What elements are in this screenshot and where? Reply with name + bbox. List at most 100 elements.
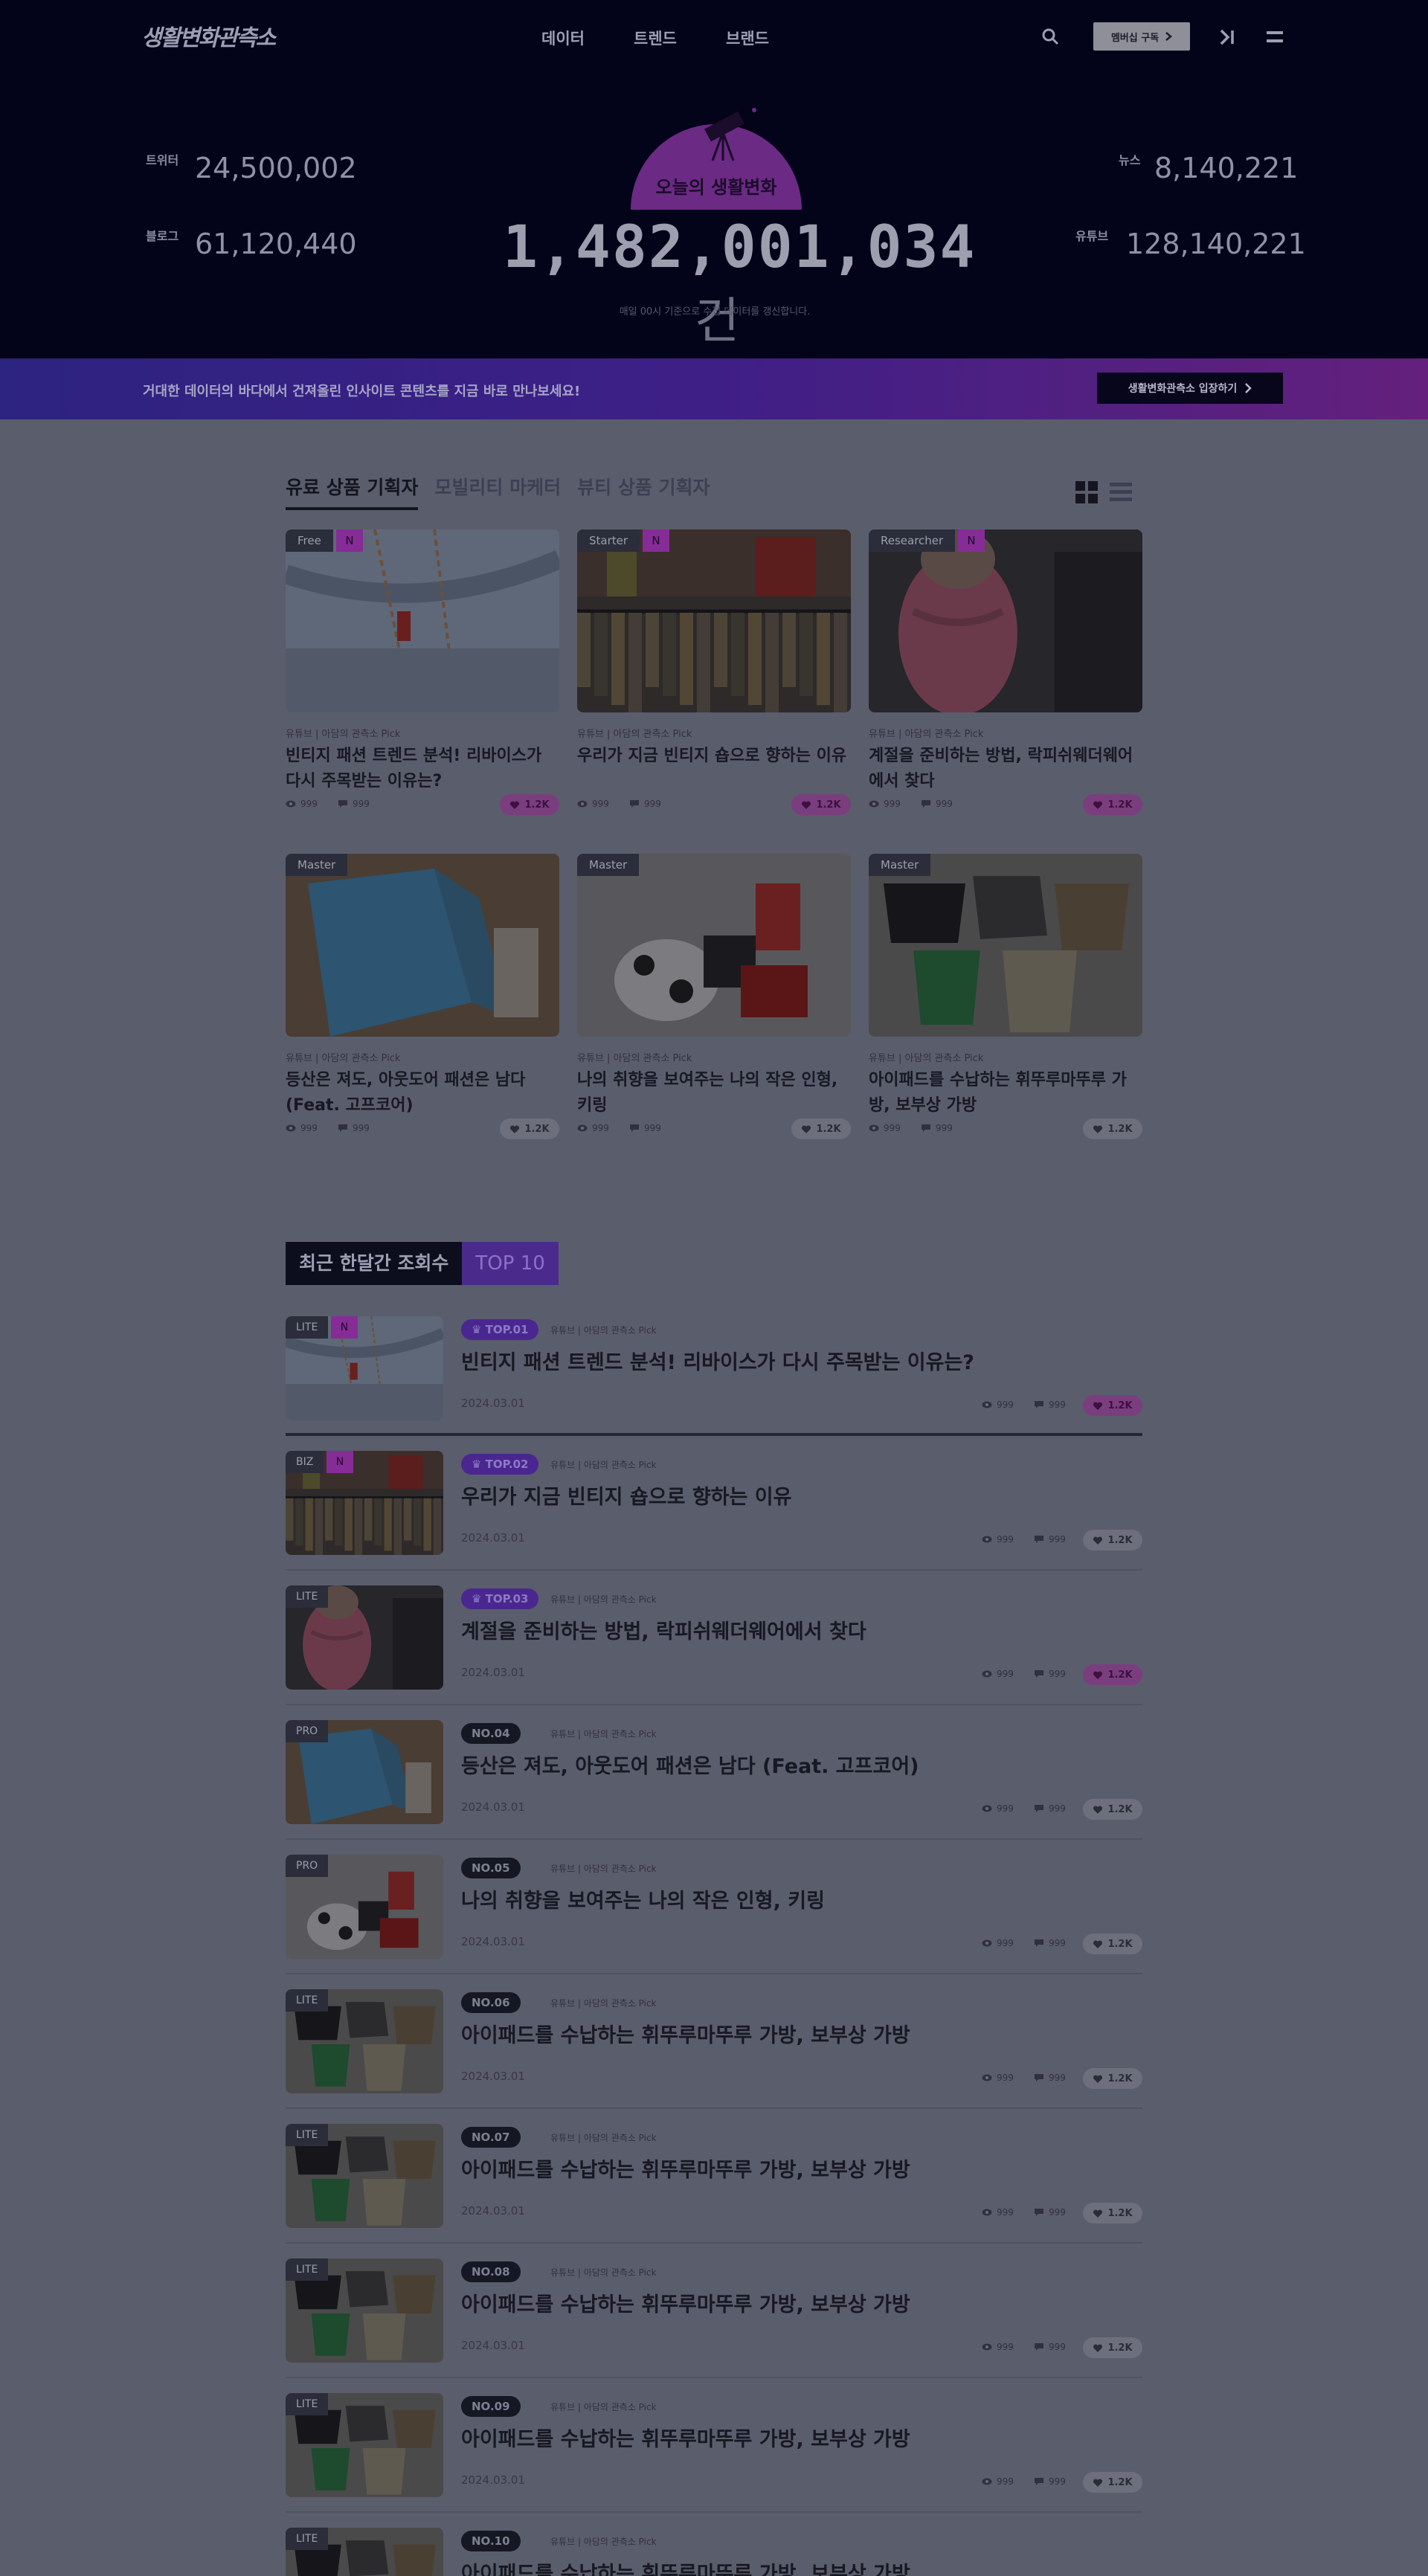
- row-title[interactable]: 빈티지 패션 트렌드 분석! 리바이스가 다시 주목받는 이유는?: [461, 1346, 974, 1375]
- row-thumbnail[interactable]: PRO: [286, 1855, 443, 1959]
- ranking-row[interactable]: LITE ♛ TOP.03 유튜브 | 아담의 관측소 Pick 계절을 준비하…: [286, 1571, 1142, 1705]
- comment-count-value: 999: [936, 1123, 953, 1133]
- nav-item-data[interactable]: 데이터: [541, 27, 634, 49]
- rank-label: NO.09: [472, 2400, 510, 2413]
- comment-icon: [630, 800, 639, 808]
- like-button[interactable]: 1.2K: [1083, 1530, 1142, 1551]
- view-count-value: 999: [997, 1400, 1014, 1410]
- ranking-row[interactable]: LITE N ♛ TOP.01 유튜브 | 아담의 관측소 Pick 빈티지 패…: [286, 1301, 1142, 1436]
- card-thumbnail[interactable]: Master: [577, 854, 851, 1037]
- row-thumbnail[interactable]: LITE N: [286, 1316, 443, 1420]
- tab-beauty-planner[interactable]: 뷰티 상품 기획자: [577, 473, 710, 510]
- content-card[interactable]: Master 유튜브 | 아담의 관측소 Pick 나의 취향을 보여주는 나의…: [577, 854, 851, 1139]
- like-count: 1.2K: [816, 1123, 841, 1135]
- like-button[interactable]: 1.2K: [1083, 1799, 1142, 1820]
- like-button[interactable]: 1.2K: [1083, 2472, 1142, 2493]
- like-button[interactable]: 1.2K: [1083, 1933, 1142, 1954]
- ranking-row[interactable]: LITE NO.10 유튜브 | 아담의 관측소 Pick 아이패드를 수납하는…: [286, 2513, 1142, 2576]
- ranking-row[interactable]: LITE NO.07 유튜브 | 아담의 관측소 Pick 아이패드를 수납하는…: [286, 2109, 1142, 2244]
- content-card[interactable]: Master 유튜브 | 아담의 관측소 Pick 등산은 져도, 아웃도어 패…: [286, 854, 559, 1139]
- row-title[interactable]: 아이패드를 수납하는 휘뚜루마뚜루 가방, 보부상 가방: [461, 2423, 910, 2452]
- site-logo[interactable]: 생활변화관측소: [141, 19, 276, 52]
- ranking-row[interactable]: LITE NO.09 유튜브 | 아담의 관측소 Pick 아이패드를 수납하는…: [286, 2378, 1142, 2513]
- row-thumbnail[interactable]: LITE: [286, 2258, 443, 2363]
- update-note: 매일 00시 기준으로 수집 데이터를 갱신합니다.: [619, 306, 811, 318]
- comment-icon: [1035, 1805, 1043, 1812]
- view-count: 999: [869, 1123, 901, 1133]
- row-title[interactable]: 등산은 져도, 아웃도어 패션은 남다 (Feat. 고프코어): [461, 1750, 919, 1779]
- tier-badge: LITE: [286, 2124, 329, 2146]
- like-button[interactable]: 1.2K: [1083, 2337, 1142, 2358]
- card-thumbnail[interactable]: Researcher N: [869, 529, 1142, 712]
- content-card[interactable]: Master 유튜브 | 아담의 관측소 Pick 아이패드를 수납하는 휘뚜루…: [869, 854, 1142, 1139]
- rank-label: NO.10: [472, 2534, 510, 2548]
- search-icon[interactable]: [1041, 28, 1059, 45]
- row-title[interactable]: 우리가 지금 빈티지 숍으로 향하는 이유: [461, 1481, 791, 1510]
- like-button[interactable]: 1.2K: [500, 794, 559, 815]
- comment-icon: [922, 800, 930, 808]
- card-stats: 999 999 1.2K: [577, 1117, 851, 1139]
- menu-icon[interactable]: [1264, 27, 1285, 48]
- row-thumbnail[interactable]: LITE: [286, 2528, 443, 2576]
- comment-icon: [1035, 1670, 1043, 1678]
- card-title[interactable]: 나의 취향을 보여주는 나의 작은 인형, 키링: [577, 1068, 851, 1118]
- subscribe-button[interactable]: 멤버십 구독: [1093, 22, 1190, 51]
- card-title[interactable]: 계절을 준비하는 방법, 락피쉬웨더웨어에서 찾다: [869, 744, 1142, 794]
- card-thumbnail[interactable]: Free N: [286, 529, 559, 712]
- like-button[interactable]: 1.2K: [1083, 2068, 1142, 2089]
- top-navigation: 생활변화관측소 데이터 트렌드 브랜드 멤버십 구독: [0, 0, 1428, 74]
- row-title[interactable]: 나의 취향을 보여주는 나의 작은 인형, 키링: [461, 1884, 825, 1913]
- card-title[interactable]: 등산은 져도, 아웃도어 패션은 남다 (Feat. 고프코어): [286, 1068, 559, 1118]
- comment-count: 999: [921, 1123, 953, 1133]
- grid-view-icon[interactable]: [1075, 480, 1099, 504]
- row-title[interactable]: 계절을 준비하는 방법, 락피쉬웨더웨어에서 찾다: [461, 1615, 866, 1644]
- nav-item-trend[interactable]: 트렌드: [634, 27, 726, 49]
- row-thumbnail[interactable]: BIZ N: [286, 1451, 443, 1555]
- card-title[interactable]: 빈티지 패션 트렌드 분석! 리바이스가 다시 주목받는 이유는?: [286, 744, 559, 794]
- row-title[interactable]: 아이패드를 수납하는 휘뚜루마뚜루 가방, 보부상 가방: [461, 2154, 910, 2183]
- comment-count: 999: [629, 799, 661, 809]
- comment-count: 999: [1034, 1400, 1066, 1410]
- row-thumbnail[interactable]: LITE: [286, 1989, 443, 2093]
- card-thumbnail[interactable]: Master: [286, 854, 559, 1037]
- like-button[interactable]: 1.2K: [1083, 2203, 1142, 2224]
- card-meta: 유튜브 | 아담의 관측소 Pick: [869, 1053, 984, 1064]
- ranking-row[interactable]: PRO NO.04 유튜브 | 아담의 관측소 Pick 등산은 져도, 아웃도…: [286, 1705, 1142, 1840]
- header-actions: 멤버십 구독: [1041, 21, 1287, 54]
- like-button[interactable]: 1.2K: [500, 1118, 559, 1139]
- row-thumbnail[interactable]: LITE: [286, 2393, 443, 2497]
- row-thumbnail[interactable]: PRO: [286, 1720, 443, 1824]
- card-title[interactable]: 아이패드를 수납하는 휘뚜루마뚜루 가방, 보부상 가방: [869, 1068, 1142, 1118]
- enter-button[interactable]: 생활변화관측소 입장하기: [1097, 373, 1283, 404]
- login-icon[interactable]: [1217, 27, 1238, 48]
- row-title[interactable]: 아이패드를 수납하는 휘뚜루마뚜루 가방, 보부상 가방: [461, 2557, 910, 2576]
- eye-icon: [982, 1670, 992, 1678]
- row-thumbnail[interactable]: LITE: [286, 2124, 443, 2228]
- ranking-row[interactable]: BIZ N ♛ TOP.02 유튜브 | 아담의 관측소 Pick 우리가 지금…: [286, 1436, 1142, 1571]
- tab-mobility-marketer[interactable]: 모빌리티 마케터: [434, 473, 561, 510]
- list-view-icon[interactable]: [1109, 480, 1133, 504]
- row-title[interactable]: 아이패드를 수납하는 휘뚜루마뚜루 가방, 보부상 가방: [461, 2019, 910, 2048]
- row-thumbnail[interactable]: LITE: [286, 1585, 443, 1690]
- tab-paid-planner[interactable]: 유료 상품 기획자: [286, 473, 419, 510]
- like-button[interactable]: 1.2K: [1083, 1118, 1142, 1139]
- view-count: 999: [982, 1400, 1014, 1410]
- nav-item-brand[interactable]: 브랜드: [726, 27, 818, 49]
- ranking-row[interactable]: LITE NO.08 유튜브 | 아담의 관측소 Pick 아이패드를 수납하는…: [286, 2244, 1142, 2378]
- card-title[interactable]: 우리가 지금 빈티지 숍으로 향하는 이유: [577, 744, 851, 769]
- eye-icon: [982, 2478, 992, 2485]
- row-meta: 유튜브 | 아담의 관측소 Pick: [550, 1460, 657, 1470]
- like-button[interactable]: 1.2K: [1083, 794, 1142, 815]
- like-button[interactable]: 1.2K: [791, 1118, 851, 1139]
- card-thumbnail[interactable]: Master: [869, 854, 1142, 1037]
- ranking-row[interactable]: PRO NO.05 유튜브 | 아담의 관측소 Pick 나의 취향을 보여주는…: [286, 1840, 1142, 1974]
- content-card[interactable]: Starter N 유튜브 | 아담의 관측소 Pick 우리가 지금 빈티지 …: [577, 529, 851, 815]
- ranking-row[interactable]: LITE NO.06 유튜브 | 아담의 관측소 Pick 아이패드를 수납하는…: [286, 1974, 1142, 2109]
- like-button[interactable]: 1.2K: [791, 794, 851, 815]
- like-button[interactable]: 1.2K: [1083, 1664, 1142, 1685]
- content-card[interactable]: Researcher N 유튜브 | 아담의 관측소 Pick 계절을 준비하는…: [869, 529, 1142, 815]
- content-card[interactable]: Free N 유튜브 | 아담의 관측소 Pick 빈티지 패션 트렌드 분석!…: [286, 529, 559, 815]
- card-thumbnail[interactable]: Starter N: [577, 529, 851, 712]
- row-title[interactable]: 아이패드를 수납하는 휘뚜루마뚜루 가방, 보부상 가방: [461, 2288, 910, 2317]
- like-button[interactable]: 1.2K: [1083, 1395, 1142, 1416]
